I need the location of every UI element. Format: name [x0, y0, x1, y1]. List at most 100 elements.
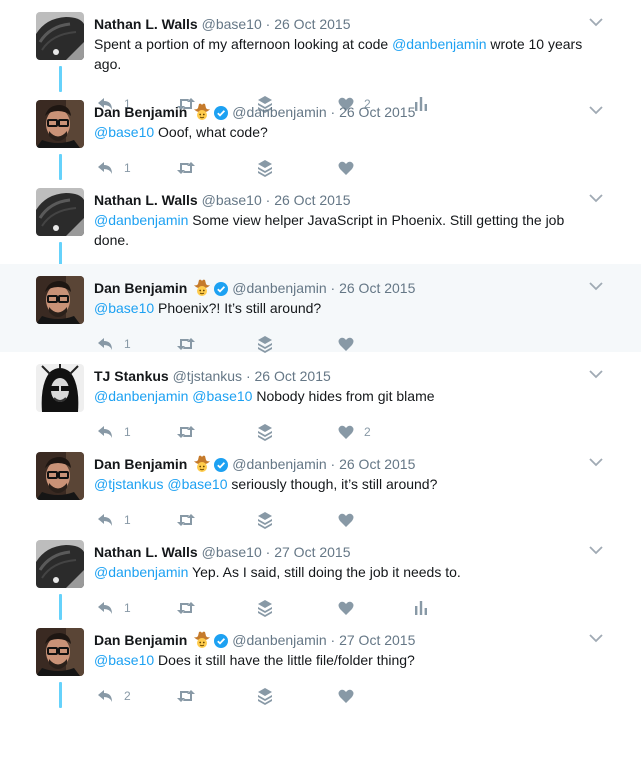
tweet-actions: 2	[94, 686, 454, 706]
like-button[interactable]	[338, 510, 354, 530]
tweet-header: Dan Benjamin @danbenjamin · 26 Oct 2015	[94, 454, 415, 474]
retweet-icon	[176, 687, 196, 705]
separator-dot: ·	[326, 280, 340, 296]
like-button[interactable]	[338, 334, 354, 354]
avatar[interactable]	[36, 100, 84, 148]
reply-button[interactable]: 2	[96, 686, 131, 706]
mention-link[interactable]: @danbenjamin	[94, 388, 188, 404]
reply-icon	[96, 424, 114, 440]
tweet[interactable]: Dan Benjamin @danbenjamin · 26 Oct 2015 @…	[0, 88, 641, 180]
mention-link[interactable]: @danbenjamin	[94, 212, 188, 228]
reply-button[interactable]: 1	[96, 422, 131, 442]
tweet-date: 26 Oct 2015	[274, 16, 351, 32]
chevron-down-icon[interactable]	[588, 544, 604, 556]
tweet-text: @danbenjamin Some view helper JavaScript…	[94, 210, 594, 250]
chevron-down-icon[interactable]	[588, 104, 604, 116]
tweet-header: Nathan L. Walls @base10 · 26 Oct 2015	[94, 190, 351, 210]
separator-dot: ·	[261, 544, 275, 560]
separator-dot: ·	[326, 104, 340, 120]
avatar[interactable]	[36, 12, 84, 60]
like-button[interactable]	[338, 158, 354, 178]
retweet-button[interactable]	[176, 510, 196, 530]
moment-button[interactable]	[257, 334, 273, 354]
moment-button[interactable]	[257, 422, 273, 442]
retweet-button[interactable]	[176, 422, 196, 442]
analytics-button[interactable]	[414, 598, 428, 618]
avatar[interactable]	[36, 276, 84, 324]
mention-link[interactable]: @danbenjamin	[392, 36, 486, 52]
retweet-button[interactable]	[176, 598, 196, 618]
like-button[interactable]	[338, 686, 354, 706]
like-button[interactable]: 2	[338, 422, 371, 442]
author-name: Nathan L. Walls	[94, 192, 198, 208]
author-name: Dan Benjamin	[94, 456, 188, 472]
like-count: 2	[364, 425, 371, 439]
tweet-text: @danbenjamin @base10 Nobody hides from g…	[94, 386, 594, 406]
tweet[interactable]: Dan Benjamin @danbenjamin · 26 Oct 2015 @…	[0, 264, 641, 354]
analytics-icon	[414, 600, 428, 616]
reply-button[interactable]: 1	[96, 598, 131, 618]
retweet-button[interactable]	[176, 686, 196, 706]
moment-button[interactable]	[257, 158, 273, 178]
layers-icon	[257, 423, 273, 441]
tweet-header: Dan Benjamin @danbenjamin · 26 Oct 2015	[94, 278, 415, 298]
chevron-down-icon[interactable]	[588, 16, 604, 28]
mention-link[interactable]: @tjstankus	[94, 476, 163, 492]
thread-connector	[59, 682, 62, 708]
moment-button[interactable]	[257, 686, 273, 706]
heart-icon	[338, 688, 354, 704]
reply-icon	[96, 336, 114, 352]
moment-button[interactable]	[257, 598, 273, 618]
reply-count: 1	[124, 601, 131, 615]
tweet[interactable]: Nathan L. Walls @base10 · 27 Oct 2015 @da…	[0, 528, 641, 620]
retweet-button[interactable]	[176, 158, 196, 178]
avatar[interactable]	[36, 188, 84, 236]
mention-link[interactable]: @base10	[94, 300, 154, 316]
separator-dot: ·	[242, 368, 255, 384]
retweet-button[interactable]	[176, 334, 196, 354]
mention-link[interactable]: @base10	[192, 388, 252, 404]
avatar[interactable]	[36, 628, 84, 676]
author-name: TJ Stankus	[94, 368, 169, 384]
text-segment: Nobody hides from git blame	[252, 388, 435, 404]
reply-icon	[96, 688, 114, 704]
chevron-down-icon[interactable]	[588, 192, 604, 204]
separator-dot: ·	[261, 16, 275, 32]
layers-icon	[257, 335, 273, 353]
chevron-down-icon[interactable]	[588, 368, 604, 380]
tweet-actions: 1	[94, 334, 454, 354]
tweet[interactable]: Nathan L. Walls @base10 · 26 Oct 2015 Spe…	[0, 0, 641, 113]
reply-button[interactable]: 1	[96, 510, 131, 530]
tweet[interactable]: Dan Benjamin @danbenjamin · 27 Oct 2015 @…	[0, 616, 641, 708]
avatar[interactable]	[36, 452, 84, 500]
mention-link[interactable]: @base10	[167, 476, 227, 492]
tweet-date: 26 Oct 2015	[274, 192, 351, 208]
tweet-date: 27 Oct 2015	[274, 544, 351, 560]
tweet[interactable]: Dan Benjamin @danbenjamin · 26 Oct 2015 @…	[0, 440, 641, 530]
heart-icon	[338, 424, 354, 440]
mention-link[interactable]: @danbenjamin	[94, 564, 188, 580]
chevron-down-icon[interactable]	[588, 632, 604, 644]
reply-button[interactable]: 1	[96, 334, 131, 354]
tweet-header: TJ Stankus @tjstankus · 26 Oct 2015	[94, 366, 331, 386]
text-segment: seriously though, it’s still around?	[227, 476, 438, 492]
mention-link[interactable]: @base10	[94, 124, 154, 140]
like-button[interactable]	[338, 598, 354, 618]
layers-icon	[257, 511, 273, 529]
tweet[interactable]: TJ Stankus @tjstankus · 26 Oct 2015 @danb…	[0, 352, 641, 442]
moment-button[interactable]	[257, 510, 273, 530]
heart-icon	[338, 160, 354, 176]
chevron-down-icon[interactable]	[588, 456, 604, 468]
author-handle: @danbenjamin	[232, 104, 327, 120]
tweet-actions: 1	[94, 598, 454, 618]
reply-button[interactable]: 1	[96, 158, 131, 178]
heart-icon	[338, 600, 354, 616]
chevron-down-icon[interactable]	[588, 280, 604, 292]
mention-link[interactable]: @base10	[94, 652, 154, 668]
tweet[interactable]: Nathan L. Walls @base10 · 26 Oct 2015 @da…	[0, 176, 641, 285]
avatar[interactable]	[36, 364, 84, 412]
avatar[interactable]	[36, 540, 84, 588]
author-name: Dan Benjamin	[94, 104, 188, 120]
tweet-text: Spent a portion of my afternoon looking …	[94, 34, 594, 74]
author-handle: @base10	[201, 544, 262, 560]
